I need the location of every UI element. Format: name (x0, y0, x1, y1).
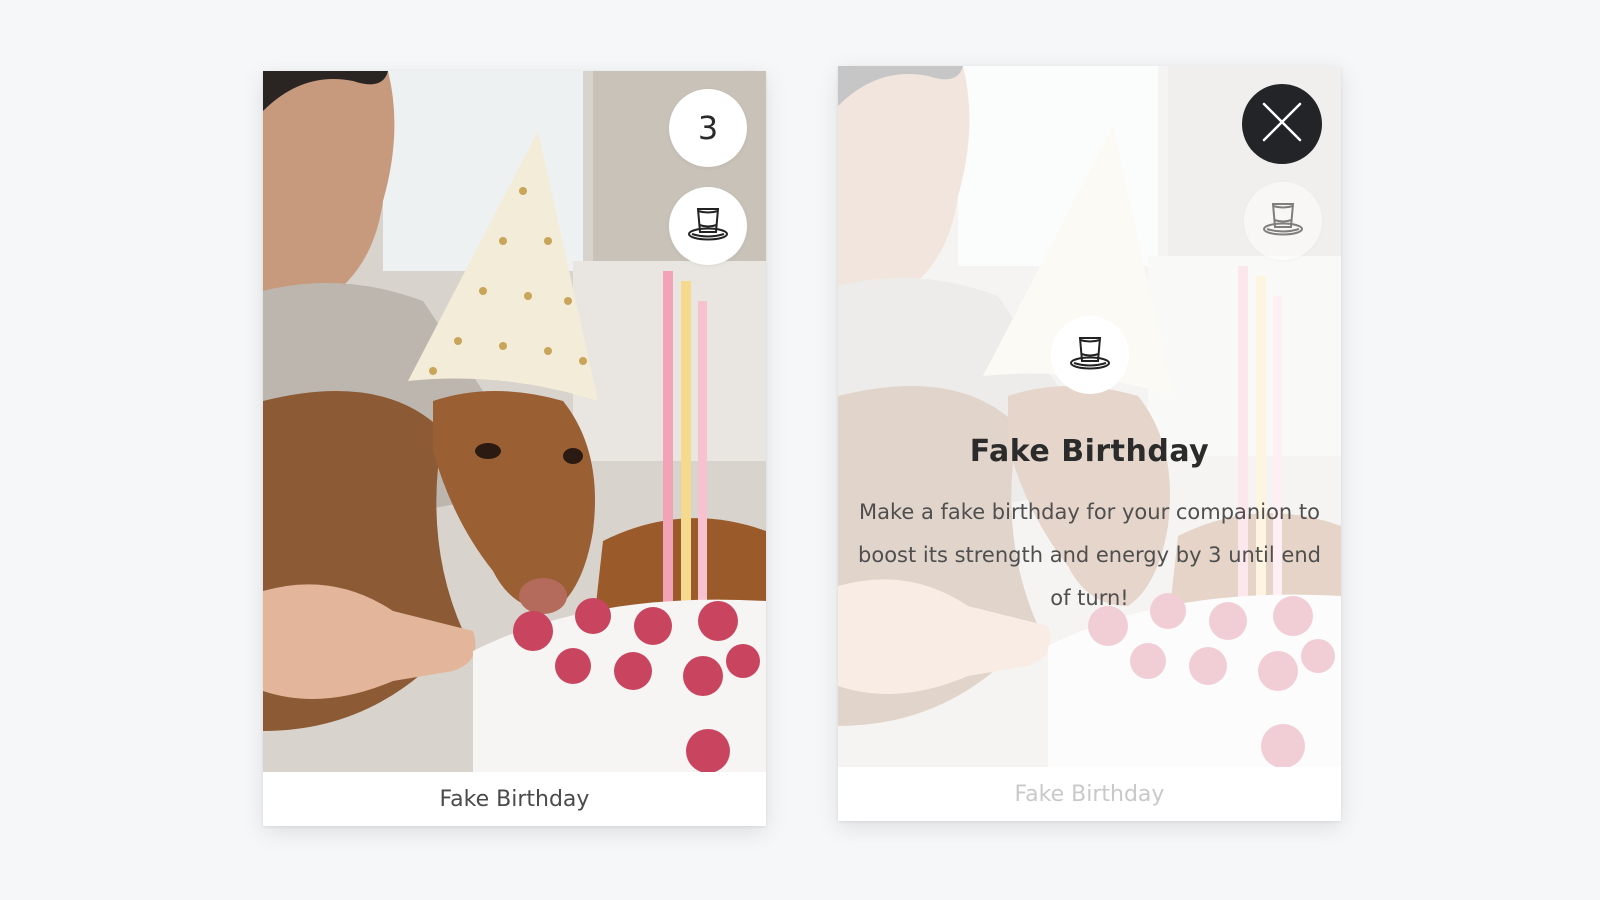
card-caption: Fake Birthday (838, 767, 1341, 821)
card-type-badge (669, 187, 747, 265)
top-hat-icon (1067, 330, 1113, 380)
card-description: Make a fake birthday for your companion … (858, 500, 1321, 610)
top-hat-icon (685, 201, 731, 251)
card-photo (263, 71, 766, 772)
top-hat-icon (1260, 196, 1306, 246)
card-caption: Fake Birthday (263, 772, 766, 826)
detail-type-badge (1050, 316, 1129, 394)
card-type-badge (1244, 182, 1322, 260)
card-title: Fake Birthday (969, 434, 1210, 469)
cost-badge: 3 (669, 89, 747, 167)
cost-value: 3 (697, 109, 719, 147)
card-fake-birthday[interactable]: 3 Fake Birthday (263, 71, 766, 826)
card-detail: Fake Birthday Make a fake birthday for y… (838, 316, 1341, 620)
close-button[interactable] (1242, 84, 1322, 164)
close-icon (1260, 100, 1304, 148)
card-fake-birthday-detail[interactable]: Fake Birthday Make a fake birthday for y… (838, 66, 1341, 821)
